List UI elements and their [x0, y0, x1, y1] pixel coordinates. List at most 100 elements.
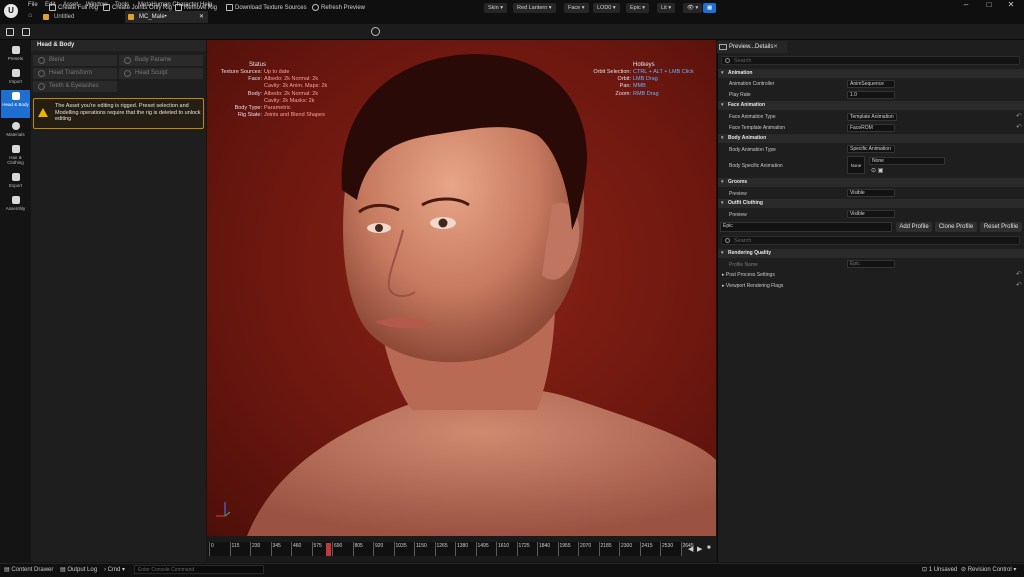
reset-icon[interactable]: ↶ — [1016, 112, 1022, 120]
body-parameters-button[interactable]: Body Parame — [119, 55, 203, 66]
remove-rig-button[interactable]: Remove Rig — [175, 3, 217, 13]
timeline-tick-label: 920 — [375, 543, 384, 549]
show-dropdown[interactable]: 👁 ▾ — [683, 3, 703, 13]
category-outfit-clothing[interactable]: ▾ Outfit Clothing — [718, 199, 1024, 208]
status-label — [210, 98, 262, 105]
category-rendering-quality[interactable]: ▾ Rendering Quality — [718, 249, 1024, 258]
clone-profile-button[interactable]: Clone Profile — [935, 222, 977, 232]
metahuman-icon — [128, 14, 134, 20]
reset-icon[interactable]: ↶ — [1016, 123, 1022, 131]
play-rate-field[interactable]: 1.0 — [847, 91, 895, 99]
content-drawer-button[interactable]: ▤ Content Drawer — [4, 566, 53, 573]
timeline-tick — [537, 542, 538, 556]
maximize-icon[interactable]: □ — [978, 0, 1000, 10]
grooms-preview-dropdown[interactable]: Visible — [847, 189, 895, 197]
row-label: Post Process Settings — [725, 272, 775, 278]
strip-assembly[interactable]: Assembly — [1, 194, 30, 220]
status-label: Texture Sources: — [220, 69, 262, 75]
browse-asset-icon[interactable]: ⊙ ▣ — [871, 167, 883, 174]
menu-file[interactable]: File — [28, 2, 38, 8]
category-grooms[interactable]: ▾ Grooms — [718, 178, 1024, 187]
head-sculpt-button[interactable]: Head Sculpt — [119, 68, 203, 79]
minimize-icon[interactable]: – — [955, 0, 977, 10]
strip-label: Head & Body — [2, 102, 29, 107]
lod-dropdown[interactable]: LOD0 ▾ — [593, 3, 620, 13]
strip-hair-clothing[interactable]: Hair & Clothing — [1, 143, 30, 171]
timeline-tick — [557, 542, 559, 556]
reset-icon[interactable]: ↶ — [1016, 281, 1022, 289]
category-animation[interactable]: ▾ Animation — [718, 69, 1024, 78]
button-label: Body Parame — [135, 57, 172, 63]
refresh-preview-button[interactable]: Refresh Preview — [312, 3, 365, 13]
output-log-button[interactable]: ▤ Output Log — [60, 566, 97, 573]
status-value: Cavity: 2k Masks: 2k — [264, 97, 315, 104]
search-icon — [725, 238, 730, 243]
post-process-row[interactable]: ▸ Post Process Settings — [722, 272, 775, 278]
strip-head-body[interactable]: Head & Body — [1, 90, 30, 118]
lit-dropdown[interactable]: Lit ▾ — [657, 3, 676, 13]
head-transform-button[interactable]: Head Transform — [33, 68, 117, 79]
console-input[interactable]: Enter Console Command — [134, 565, 264, 574]
create-joints-rig-button[interactable]: Create Joints Only Rig — [103, 3, 172, 13]
layout-icon[interactable]: ▦ — [703, 3, 717, 13]
download-texture-button[interactable]: Download Texture Sources — [226, 3, 307, 13]
anim-controller-field[interactable]: AnimSequence — [847, 80, 895, 88]
category-label: Rendering Quality — [728, 250, 772, 256]
toolbar — [0, 24, 1024, 40]
property-label: Preview — [729, 212, 747, 218]
skin-dropdown[interactable]: Skin ▾ — [484, 3, 507, 13]
profile-dropdown[interactable]: Epic — [720, 222, 892, 232]
play-reverse-icon[interactable]: ◀ — [688, 545, 693, 553]
face-template-dropdown[interactable]: FaceROM — [847, 124, 895, 132]
profile-search[interactable]: Search — [721, 236, 1020, 245]
material-icon — [11, 122, 20, 130]
status-value: Joints and Blend Shapes — [264, 112, 325, 119]
mode-strip — [0, 40, 31, 562]
reset-profile-button[interactable]: Reset Profile — [980, 222, 1022, 232]
timeline-tick — [352, 542, 354, 556]
status-label: Body Type: — [234, 105, 262, 112]
save-icon[interactable] — [6, 28, 14, 36]
play-icon[interactable]: ▶ — [697, 545, 702, 553]
create-full-rig-button[interactable]: Create Full Rig — [49, 3, 98, 13]
home-icon[interactable]: ⌂ — [28, 12, 32, 19]
details-search[interactable]: Search — [721, 56, 1020, 65]
teeth-eyelashes-button[interactable]: Teeth & Eyelashes — [33, 81, 117, 92]
user-icon[interactable] — [371, 27, 380, 36]
face-anim-type-dropdown[interactable]: Template Animation — [847, 113, 897, 121]
blend-button[interactable]: Blend — [33, 55, 117, 66]
lighting-dropdown[interactable]: Red Lantern ▾ — [513, 3, 556, 13]
timeline-tick — [373, 542, 374, 556]
quality-dropdown[interactable]: Epic ▾ — [626, 3, 649, 13]
close-icon[interactable]: ✕ — [1000, 0, 1022, 10]
body-specific-anim-dropdown[interactable]: None — [869, 157, 945, 165]
timeline-tick-label: 2070 — [580, 543, 592, 549]
chevron-down-icon: ▾ — [721, 135, 724, 141]
timeline-tick-label: 460 — [293, 543, 302, 549]
details-close-icon[interactable]: ✕ — [773, 43, 778, 50]
stop-icon[interactable]: ■ — [707, 545, 711, 551]
playhead[interactable] — [326, 543, 331, 556]
property-label: Body Specific Animation — [729, 163, 783, 169]
property-label: Face Template Animation — [729, 125, 786, 131]
warning-icon — [38, 108, 48, 117]
outfit-preview-dropdown[interactable]: Visible — [847, 210, 895, 218]
category-body-animation[interactable]: ▾ Body Animation — [718, 134, 1024, 143]
rendering-flags-row[interactable]: ▸ Viewport Rendering Flags — [722, 283, 783, 289]
browse-icon[interactable] — [22, 28, 30, 36]
asset-thumbnail[interactable]: None — [847, 156, 865, 174]
sculpt-icon — [124, 70, 131, 77]
strip-label: Presets — [7, 56, 24, 61]
body-anim-type-dropdown[interactable]: Specific Animation — [847, 145, 895, 153]
revision-control-button[interactable]: ⊘ Revision Control ▾ — [961, 566, 1016, 573]
unreal-logo[interactable]: U — [4, 4, 18, 18]
face-dropdown[interactable]: Face ▾ — [564, 3, 589, 13]
reset-icon[interactable]: ↶ — [1016, 270, 1022, 278]
hotkey-label: Orbit: — [617, 76, 631, 83]
category-face-animation[interactable]: ▾ Face Animation — [718, 101, 1024, 110]
strip-label: Export — [8, 183, 22, 188]
button-label: Head Sculpt — [135, 70, 168, 76]
unsaved-indicator[interactable]: ⊡ 1 Unsaved — [922, 566, 957, 573]
add-profile-button[interactable]: Add Profile — [896, 222, 932, 232]
cmd-dropdown[interactable]: › Cmd ▾ — [104, 566, 125, 573]
